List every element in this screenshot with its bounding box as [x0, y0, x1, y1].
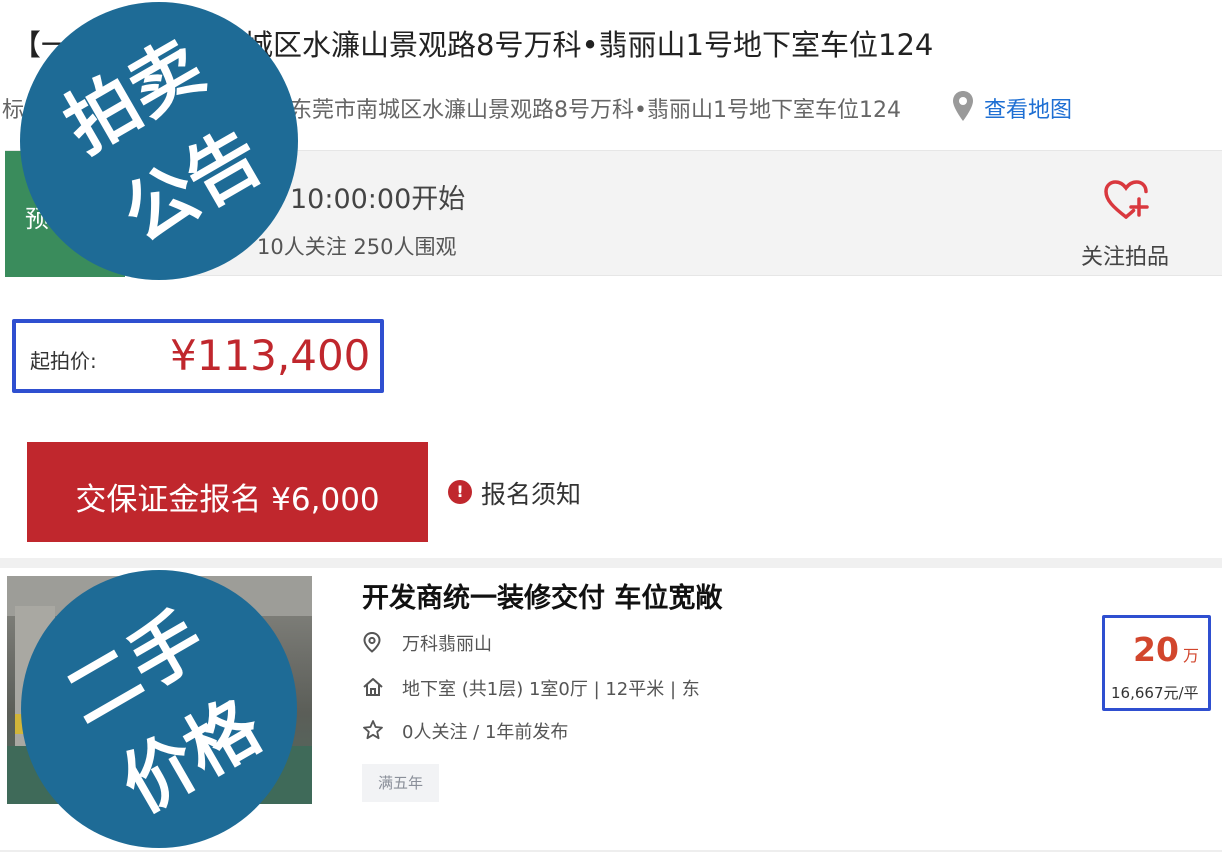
listing-total-unit: 万 — [1183, 646, 1200, 665]
follow-item-button[interactable]: 关注拍品 — [1055, 171, 1195, 271]
signup-notice-label: 报名须知 — [481, 480, 582, 509]
address-text: 东莞市南城区水濂山景观路8号万科•翡丽山1号地下室车位124 — [290, 98, 901, 123]
house-icon — [363, 678, 383, 696]
auction-notice-overlay: 拍卖 公告 — [20, 2, 298, 280]
follow-item-label: 关注拍品 — [1080, 245, 1169, 270]
heart-plus-icon — [1104, 180, 1149, 219]
listing-tag: 满五年 — [362, 764, 439, 802]
listing-info: 地下室 (共1层) 1室0厅 | 12平米 | 东 — [402, 679, 700, 700]
second-hand-price-overlay: 二手 价格 — [21, 570, 297, 848]
auction-stats: 10人关注 250人围观 — [257, 235, 457, 259]
listing-unit-price: 16,667元/平 — [1111, 684, 1199, 702]
start-price-value: ¥113,400 — [170, 331, 371, 380]
map-pin-icon — [953, 91, 973, 121]
listing-price-box: 20 万 16,667元/平 — [1102, 615, 1211, 711]
listing-follow-info: 0人关注 / 1年前发布 — [402, 722, 569, 743]
exclamation-circle-icon: ! — [448, 480, 472, 504]
bottom-divider — [0, 850, 1222, 852]
location-icon — [363, 631, 381, 653]
auction-price-panel: 起拍价: ¥113,400 交保证金报名 ¥6,000 ! 报名须知 — [0, 277, 1222, 560]
auction-start-time: 10:00:00开始 — [290, 184, 466, 215]
deposit-signup-label: 交保证金报名 ¥6,000 — [75, 482, 380, 518]
listing-total-price: 20 — [1133, 630, 1179, 669]
star-icon — [363, 720, 383, 740]
deposit-signup-button[interactable]: 交保证金报名 ¥6,000 — [27, 442, 428, 542]
listing-location: 万科翡丽山 — [402, 634, 492, 655]
section-divider — [0, 558, 1222, 568]
listing-title[interactable]: 开发商统一装修交付 车位宽敞 — [362, 576, 722, 615]
start-price-label: 起拍价: — [30, 349, 97, 373]
start-price-box: 起拍价: ¥113,400 — [12, 319, 384, 393]
view-map-link[interactable]: 查看地图 — [984, 92, 1072, 124]
